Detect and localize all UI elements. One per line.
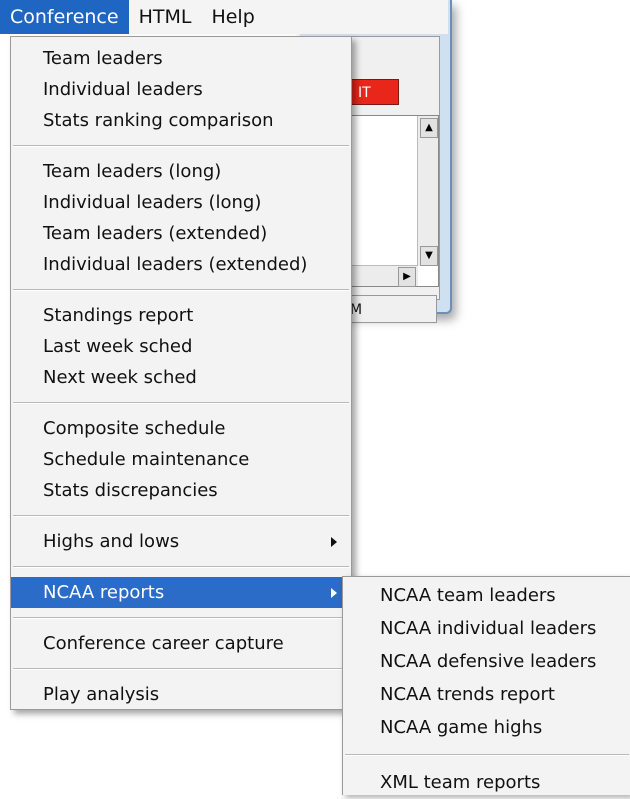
ncaa-reports-submenu: NCAA team leaders NCAA individual leader…: [342, 576, 630, 795]
menu-separator: [13, 289, 349, 291]
menu-item-highs-and-lows[interactable]: Highs and lows: [11, 526, 351, 557]
menu-separator: [345, 754, 629, 756]
menu-item-xml-team-reports[interactable]: XML team reports: [343, 766, 630, 799]
menu-item-schedule-maintenance[interactable]: Schedule maintenance: [11, 444, 351, 475]
horizontal-scrollbar[interactable]: ▶: [346, 265, 418, 287]
menu-item-ncaa-defensive-leaders[interactable]: NCAA defensive leaders: [343, 645, 630, 678]
menu-item-individual-leaders[interactable]: Individual leaders: [11, 74, 351, 105]
vertical-scrollbar[interactable]: ▲ ▼: [417, 116, 438, 266]
menu-item-label: Highs and lows: [43, 531, 180, 552]
menu-item-team-leaders-long[interactable]: Team leaders (long): [11, 156, 351, 187]
menu-item-ncaa-team-leaders[interactable]: NCAA team leaders: [343, 579, 630, 612]
menu-separator: [13, 566, 349, 568]
menu-help[interactable]: Help: [201, 0, 264, 34]
scroll-right-arrow-icon[interactable]: ▶: [398, 267, 416, 287]
list-box[interactable]: ▲ ▼ ▶: [345, 115, 439, 287]
menu-item-standings-report[interactable]: Standings report: [11, 300, 351, 331]
menu-item-team-leaders[interactable]: Team leaders: [11, 43, 351, 74]
menu-separator: [13, 617, 349, 619]
menu-item-individual-leaders-long[interactable]: Individual leaders (long): [11, 187, 351, 218]
menu-item-next-week-sched[interactable]: Next week sched: [11, 362, 351, 393]
menu-separator: [13, 515, 349, 517]
menu-item-last-week-sched[interactable]: Last week sched: [11, 331, 351, 362]
menu-item-ncaa-individual-leaders[interactable]: NCAA individual leaders: [343, 612, 630, 645]
menu-item-stats-discrepancies[interactable]: Stats discrepancies: [11, 475, 351, 506]
menu-item-individual-leaders-extended[interactable]: Individual leaders (extended): [11, 249, 351, 280]
menu-item-play-analysis[interactable]: Play analysis: [11, 679, 351, 710]
menu-html[interactable]: HTML: [129, 0, 202, 34]
menu-item-ncaa-reports[interactable]: NCAA reports: [11, 577, 351, 608]
menu-conference[interactable]: Conference: [0, 0, 129, 34]
submenu-arrow-icon: [331, 536, 337, 547]
menu-item-stats-ranking-comparison[interactable]: Stats ranking comparison: [11, 105, 351, 136]
menu-item-conference-career-capture[interactable]: Conference career capture: [11, 628, 351, 659]
red-action-button[interactable]: IT: [345, 79, 399, 105]
menu-bar: Conference HTML Help: [0, 0, 448, 34]
menu-item-composite-schedule[interactable]: Composite schedule: [11, 413, 351, 444]
menu-item-ncaa-game-highs[interactable]: NCAA game highs: [343, 711, 630, 744]
menu-item-ncaa-trends-report[interactable]: NCAA trends report: [343, 678, 630, 711]
menu-separator: [13, 145, 349, 147]
menu-item-label: NCAA reports: [43, 582, 165, 603]
scroll-down-arrow-icon[interactable]: ▼: [420, 246, 438, 266]
scroll-up-arrow-icon[interactable]: ▲: [420, 118, 438, 138]
submenu-arrow-icon: [331, 587, 337, 598]
menu-item-team-leaders-extended[interactable]: Team leaders (extended): [11, 218, 351, 249]
menu-separator: [13, 402, 349, 404]
menu-separator: [13, 668, 349, 670]
conference-menu: Team leaders Individual leaders Stats ra…: [10, 36, 352, 710]
status-bar: M: [345, 295, 437, 323]
